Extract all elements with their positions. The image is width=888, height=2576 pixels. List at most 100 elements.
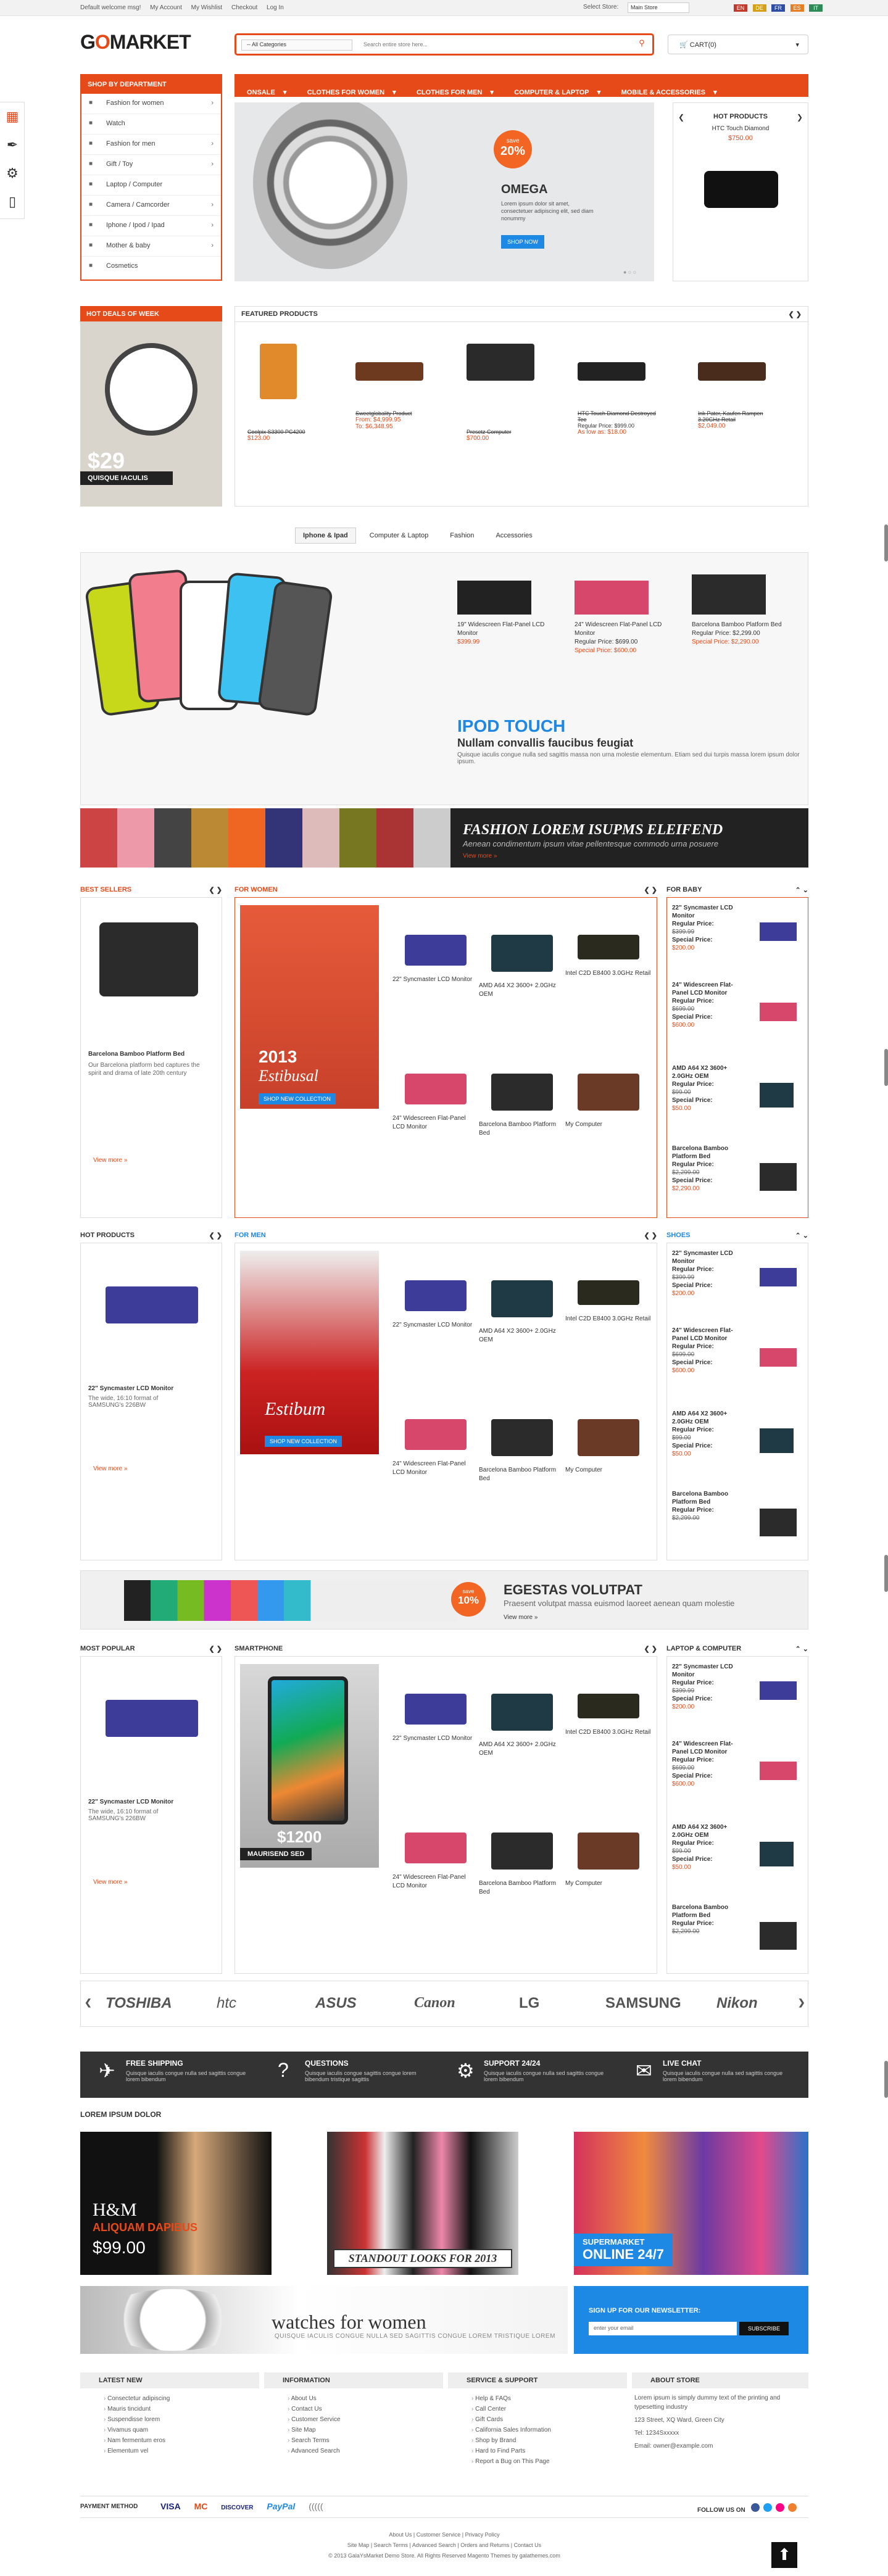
grid-product[interactable]: 22" Syncmaster LCD Monitor	[392, 935, 479, 984]
side-product[interactable]: 24" Widescreen Flat-Panel LCD Monitor Reg…	[672, 981, 746, 1029]
footer-link[interactable]: Search Terms	[288, 2435, 443, 2446]
tab-accessories[interactable]: Accessories	[488, 528, 540, 544]
dept-item-gift-toy[interactable]: Gift / Toy›	[81, 155, 221, 175]
grid-product[interactable]: Barcelona Bamboo Platform Bed	[479, 1419, 565, 1483]
clutch-image[interactable]	[106, 1286, 198, 1323]
grid-product[interactable]: My Computer	[565, 1419, 652, 1475]
carousel-arrows-icon[interactable]: ❮ ❯	[789, 310, 802, 318]
prev-arrow-icon[interactable]: ❮	[85, 1997, 92, 2008]
ipod-product[interactable]: 24" Widescreen Flat-Panel LCD Monitor Reg…	[575, 571, 673, 655]
dept-item-fashion-women[interactable]: Fashion for women›	[81, 94, 221, 114]
footer-link[interactable]: Call Center	[471, 2404, 627, 2414]
back-to-top-button[interactable]: ⬆	[771, 2542, 797, 2568]
side-product[interactable]: AMD A64 X2 3600+ 2.0GHz OEM Regular Price…	[672, 1064, 746, 1112]
arrows-icon[interactable]: ⌃ ⌄	[795, 1232, 809, 1240]
featured-product[interactable]: Ink Pater, Kaufen Rampen 3.20GHz Retail $…	[698, 344, 778, 429]
side-product[interactable]: Barcelona Bamboo Platform Bed Regular Pri…	[672, 1903, 746, 1936]
brand-toshiba[interactable]: TOSHIBA	[106, 1995, 172, 2012]
shop-collection-button[interactable]: SHOP NEW COLLECTION	[259, 1093, 336, 1104]
nav-clothes-women[interactable]: CLOTHES FOR WOMEN ▾	[295, 74, 402, 97]
fashion-banner[interactable]: FASHION LOREM ISUPMS ELEIFEND Aenean con…	[80, 808, 808, 868]
grid-product[interactable]: Intel C2D E8400 3.0GHz Retail	[565, 935, 652, 978]
product-name[interactable]: 22" Syncmaster LCD Monitor	[88, 1385, 212, 1392]
category-select[interactable]: -- All Categories	[241, 39, 352, 51]
grid-product[interactable]: 22" Syncmaster LCD Monitor	[392, 1694, 479, 1743]
side-product[interactable]: AMD A64 X2 3600+ 2.0GHz OEM Regular Price…	[672, 1410, 746, 1458]
bottom-row-1[interactable]: About Us | Customer Service | Privacy Po…	[80, 2530, 808, 2540]
side-product[interactable]: 24" Widescreen Flat-Panel LCD Monitor Reg…	[672, 1327, 746, 1375]
site-logo[interactable]: GOMARKET	[80, 31, 191, 54]
grid-product[interactable]: AMD A64 X2 3600+ 2.0GHz OEM	[479, 1694, 565, 1758]
camera-image[interactable]	[99, 922, 198, 996]
footer-link[interactable]: Customer Service	[288, 2414, 443, 2425]
dept-item-mother-baby[interactable]: Mother & baby›	[81, 236, 221, 257]
login-link[interactable]: Log In	[267, 4, 284, 11]
phone-promo-image[interactable]: $1200 MAURISEND SED	[240, 1664, 379, 1868]
mobile-icon[interactable]: ▯	[0, 188, 25, 216]
ipod-product[interactable]: 19" Widescreen Flat-Panel LCD Monitor $39…	[457, 571, 556, 647]
footer-link[interactable]: California Sales Information	[471, 2425, 627, 2435]
egestas-banner[interactable]: save 10% EGESTAS VOLUTPAT Praesent volutp…	[80, 1570, 808, 1630]
dept-item-watch[interactable]: Watch	[81, 114, 221, 135]
slider-dots[interactable]: ● ○ ○	[623, 269, 636, 275]
bottom-row-2[interactable]: Site Map | Search Terms | Advanced Searc…	[80, 2540, 808, 2551]
rss-icon[interactable]	[787, 2503, 797, 2512]
footer-link[interactable]: Advanced Search	[288, 2446, 443, 2456]
product-name[interactable]: 22" Syncmaster LCD Monitor	[88, 1799, 212, 1805]
nav-computer-laptop[interactable]: COMPUTER & LAPTOP ▾	[502, 74, 607, 97]
grid-product[interactable]: 24" Widescreen Flat-Panel LCD Monitor	[392, 1419, 479, 1477]
hot-product-image[interactable]	[704, 171, 778, 208]
search-icon[interactable]: ⚲	[635, 38, 649, 51]
footer-link[interactable]: Vivamus quam	[104, 2425, 259, 2435]
flag-de[interactable]: DE	[752, 4, 766, 12]
flag-fr[interactable]: FR	[771, 4, 786, 12]
nav-clothes-men[interactable]: CLOTHES FOR MEN ▾	[404, 74, 500, 97]
side-product[interactable]: Barcelona Bamboo Platform Bed Regular Pri…	[672, 1145, 746, 1193]
promo-supermarket[interactable]: SUPERMARKET ONLINE 24/7	[574, 2132, 808, 2275]
arrows-icon[interactable]: ❮ ❯	[209, 886, 223, 894]
side-product[interactable]: 22" Syncmaster LCD Monitor Regular Price:…	[672, 1249, 746, 1298]
footer-link[interactable]: Gift Cards	[471, 2414, 627, 2425]
view-more-link[interactable]: View more »	[93, 1157, 127, 1164]
brand-canon[interactable]: Canon	[414, 1995, 455, 2011]
search-input[interactable]	[360, 38, 619, 51]
footer-link[interactable]: Report a Bug on This Page	[471, 2456, 627, 2467]
grid-product[interactable]: Barcelona Bamboo Platform Bed	[479, 1074, 565, 1138]
next-arrow-icon[interactable]: ❯	[798, 1997, 805, 2008]
flag-en[interactable]: EN	[734, 4, 747, 12]
side-product[interactable]: Barcelona Bamboo Platform Bed Regular Pri…	[672, 1490, 746, 1522]
my-account-link[interactable]: My Account	[150, 4, 182, 11]
nav-onsale[interactable]: ONSALE ▾	[234, 74, 293, 97]
women-promo-image[interactable]: 2013 Estibusal SHOP NEW COLLECTION	[240, 905, 379, 1109]
dept-item-iphone[interactable]: Iphone / Ipod / Ipad›	[81, 216, 221, 236]
side-product[interactable]: AMD A64 X2 3600+ 2.0GHz OEM Regular Price…	[672, 1823, 746, 1871]
arrows-icon[interactable]: ❮ ❯	[209, 1645, 223, 1653]
product-name[interactable]: Barcelona Bamboo Platform Bed	[88, 1051, 212, 1058]
grid-product[interactable]: Barcelona Bamboo Platform Bed	[479, 1833, 565, 1897]
shop-collection-button[interactable]: SHOP NEW COLLECTION	[265, 1436, 342, 1447]
view-more-link[interactable]: View more »	[463, 853, 497, 859]
footer-link[interactable]: Elementum vel	[104, 2446, 259, 2456]
facebook-icon[interactable]	[750, 2503, 760, 2512]
side-product[interactable]: 24" Widescreen Flat-Panel LCD Monitor Reg…	[672, 1740, 746, 1788]
subscribe-button[interactable]: SUBSCRIBE	[739, 2322, 789, 2335]
footer-link[interactable]: Consectetur adipiscing	[104, 2393, 259, 2404]
arrows-icon[interactable]: ❮ ❯	[644, 1645, 658, 1653]
shop-now-button[interactable]: SHOP NOW	[501, 235, 544, 249]
arrows-icon[interactable]: ❮ ❯	[209, 1232, 223, 1240]
grid-product[interactable]: 24" Widescreen Flat-Panel LCD Monitor	[392, 1074, 479, 1132]
footer-link[interactable]: About Us	[288, 2393, 443, 2404]
grid-product[interactable]: AMD A64 X2 3600+ 2.0GHz OEM	[479, 935, 565, 999]
newsletter-email-input[interactable]: enter your email	[589, 2322, 737, 2335]
my-wishlist-link[interactable]: My Wishlist	[191, 4, 223, 11]
view-more-link[interactable]: View more »	[93, 1465, 127, 1472]
featured-product[interactable]: HTC Touch Diamond Destroyed Tee Regular P…	[578, 344, 658, 436]
grid-product[interactable]: 24" Widescreen Flat-Panel LCD Monitor	[392, 1833, 479, 1891]
grid-product[interactable]: Intel C2D E8400 3.0GHz Retail	[565, 1694, 652, 1737]
checkout-link[interactable]: Checkout	[231, 4, 257, 11]
brand-samsung[interactable]: SAMSUNG	[605, 1995, 681, 2012]
dept-item-camera[interactable]: Camera / Camcorder›	[81, 196, 221, 216]
grid-product[interactable]: AMD A64 X2 3600+ 2.0GHz OEM	[479, 1280, 565, 1344]
brand-asus[interactable]: ASUS	[315, 1995, 357, 2012]
twitter-icon[interactable]	[763, 2503, 772, 2512]
